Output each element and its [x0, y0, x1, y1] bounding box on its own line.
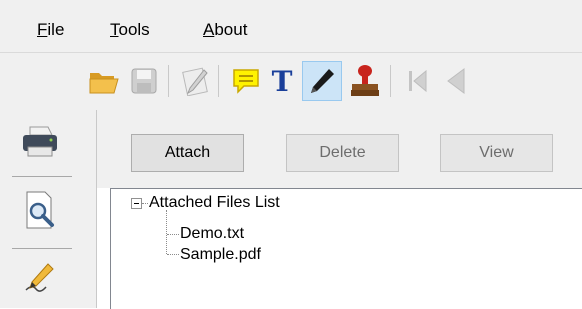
comment-note-icon	[233, 69, 259, 94]
sidebar-separator	[12, 176, 72, 177]
menu-about-label: bout	[214, 20, 248, 39]
print-button[interactable]	[16, 118, 64, 166]
toolbar-separator	[168, 65, 169, 97]
delete-button-label: Delete	[319, 144, 366, 161]
toolbar-separator	[218, 65, 219, 97]
previous-page-icon	[447, 68, 465, 94]
first-page-button[interactable]	[398, 61, 438, 101]
attachments-toolbar: Attach Delete View	[97, 110, 582, 188]
find-button[interactable]	[16, 186, 64, 234]
tree-connector	[167, 234, 179, 235]
toolbar: T	[0, 53, 582, 110]
magnifier-icon	[26, 191, 54, 229]
open-button[interactable]	[84, 61, 124, 101]
text-tool-button[interactable]: T	[262, 61, 302, 101]
collapse-toggle[interactable]	[131, 198, 142, 209]
tree-connector	[142, 203, 148, 204]
menu-file-accel: F	[37, 20, 48, 39]
pencil-tool-button[interactable]	[302, 61, 342, 101]
stamp-icon	[351, 65, 379, 96]
sidebar-separator	[12, 248, 72, 249]
tree-file-item[interactable]: Sample.pdf	[180, 245, 261, 265]
signature-icon	[25, 263, 54, 292]
menu-file-label: ile	[47, 20, 65, 39]
signature-pen-icon	[182, 67, 208, 96]
previous-page-button[interactable]	[436, 61, 476, 101]
menu-about-accel: A	[203, 20, 215, 39]
tree-connector	[166, 210, 167, 254]
tree-file-item[interactable]: Demo.txt	[180, 224, 244, 244]
tree-root-label[interactable]: Attached Files List	[149, 193, 280, 213]
sign-button[interactable]	[175, 61, 215, 101]
save-icon	[131, 68, 157, 94]
menu-tools[interactable]: Tools	[110, 20, 150, 40]
menu-bar: File Tools About	[0, 0, 582, 53]
save-button[interactable]	[124, 61, 164, 101]
menu-file[interactable]: File	[37, 20, 64, 40]
pencil-icon	[311, 69, 334, 93]
attach-button-label: Attach	[164, 144, 211, 161]
menu-tools-label: ools	[118, 20, 150, 39]
text-tool-icon: T	[271, 64, 293, 98]
signature-button[interactable]	[16, 256, 64, 304]
delete-button[interactable]: Delete	[286, 134, 399, 172]
left-sidebar	[0, 110, 97, 308]
tree-connector	[167, 254, 179, 255]
stamp-button[interactable]	[345, 61, 385, 101]
view-button[interactable]: View	[440, 134, 553, 172]
view-button-label: View	[479, 144, 514, 161]
open-folder-icon	[89, 73, 119, 94]
attach-button[interactable]: Attach	[131, 134, 244, 172]
toolbar-separator	[390, 65, 391, 97]
menu-about[interactable]: About	[203, 20, 247, 40]
comment-button[interactable]	[226, 61, 266, 101]
printer-icon	[23, 126, 57, 157]
first-page-icon	[409, 69, 427, 93]
attachments-tree[interactable]: Attached Files List Demo.txt Sample.pdf	[110, 188, 582, 309]
menu-tools-accel: T	[110, 20, 119, 39]
